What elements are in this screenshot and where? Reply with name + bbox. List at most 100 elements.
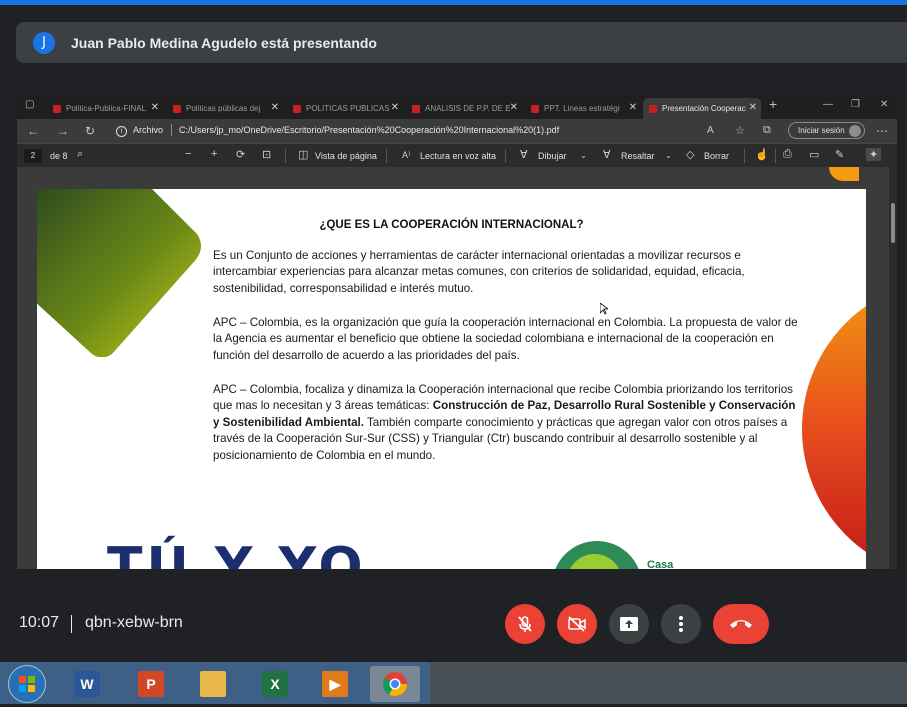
presenter-avatar: J xyxy=(33,31,55,54)
tab-4[interactable]: ANALISIS DE P.P. DE E ✕ xyxy=(406,98,522,119)
windows-logo-icon xyxy=(19,676,35,692)
save-icon[interactable]: ▭ xyxy=(809,148,819,161)
chevron-down-icon[interactable]: ⌄ xyxy=(665,151,672,160)
meeting-code[interactable]: qbn-xebw-brn xyxy=(85,614,183,632)
address-bar: ← → ↻ i Archivo C:/Users/jp_mo/OneDrive/… xyxy=(17,119,897,143)
paragraph-3: APC – Colombia, focaliza y dinamiza la C… xyxy=(213,383,796,462)
meeting-time: 10:07 xyxy=(19,614,60,631)
toggle-camera-button[interactable] xyxy=(557,604,597,644)
page-view-button[interactable]: Vista de página xyxy=(315,151,377,161)
back-icon[interactable]: ← xyxy=(27,124,39,138)
forward-icon[interactable]: → xyxy=(57,124,69,138)
leave-call-button[interactable] xyxy=(713,604,769,644)
reload-icon[interactable]: ↻ xyxy=(85,124,95,138)
print-icon[interactable]: ⎙ xyxy=(783,148,792,161)
pdf-icon xyxy=(649,104,657,113)
tab-actions-icon[interactable]: ▢ xyxy=(25,99,34,110)
presenter-banner: J Juan Pablo Medina Agudelo está present… xyxy=(16,22,907,63)
fit-page-icon[interactable]: ⊡ xyxy=(262,148,271,161)
more-options-button[interactable] xyxy=(661,604,701,644)
close-icon[interactable]: ✕ xyxy=(749,102,757,113)
new-tab-icon[interactable]: + xyxy=(769,96,777,112)
more-options-icon xyxy=(679,616,683,632)
taskbar-explorer[interactable] xyxy=(188,666,238,702)
paragraph-1: Es un Conjunto de acciones y herramienta… xyxy=(213,249,745,295)
toggle-mic-button[interactable] xyxy=(505,604,545,644)
meeting-info-divider xyxy=(71,615,72,633)
more-menu-icon[interactable]: ⋯ xyxy=(876,124,888,138)
media-player-icon: ▶ xyxy=(322,671,348,697)
close-icon[interactable]: ✕ xyxy=(629,102,637,113)
minimize-icon[interactable]: — xyxy=(823,99,833,110)
decorative-shape xyxy=(37,189,201,357)
scrollbar-thumb[interactable] xyxy=(891,203,895,243)
rotate-icon[interactable]: ⟳ xyxy=(236,148,245,161)
eraser-icon[interactable]: ◇ xyxy=(686,148,694,161)
taskbar-excel[interactable]: X xyxy=(250,666,300,702)
tab-6-active[interactable]: Presentación Cooperac ✕ xyxy=(643,98,761,119)
pdf-icon xyxy=(412,104,420,113)
previous-page-edge xyxy=(829,167,859,181)
microphone-off-icon xyxy=(518,616,532,632)
read-aloud-icon[interactable]: A⁾ xyxy=(402,150,410,161)
draw-icon[interactable]: ∀ xyxy=(520,148,528,161)
search-icon[interactable]: ⌕ xyxy=(77,148,83,161)
pdf-icon xyxy=(531,104,539,113)
camera-off-icon xyxy=(568,616,586,632)
toolbar-divider xyxy=(285,149,286,163)
taskbar-empty-area xyxy=(430,662,907,704)
taskbar-chrome[interactable] xyxy=(370,666,420,702)
powerpoint-icon: P xyxy=(138,671,164,697)
taskbar-powerpoint[interactable]: P xyxy=(126,666,176,702)
shared-browser-window: ▢ Politica-Publica-FINAL ✕ Politicas públ… xyxy=(17,95,897,569)
logo-tu-y-yo: TÚ Y YO xyxy=(107,537,367,569)
chrome-icon xyxy=(382,672,407,697)
present-screen-button[interactable] xyxy=(609,604,649,644)
taskbar-word[interactable]: W xyxy=(62,666,112,702)
close-icon[interactable]: ✕ xyxy=(510,102,518,113)
zoom-in-icon[interactable]: + xyxy=(211,148,217,160)
toolbar-divider xyxy=(775,149,776,163)
tab-1[interactable]: Politica-Publica-FINAL ✕ xyxy=(47,98,163,119)
pdf-icon xyxy=(173,104,181,113)
tab-bar: ▢ Politica-Publica-FINAL ✕ Politicas públ… xyxy=(17,95,897,119)
paragraph-2: APC – Colombia, es la organización que g… xyxy=(213,316,798,362)
info-icon[interactable]: i xyxy=(116,126,127,137)
start-button[interactable] xyxy=(8,665,46,703)
close-window-icon[interactable]: ✕ xyxy=(880,99,888,110)
tab-2[interactable]: Politicas públicas dej ✕ xyxy=(167,98,283,119)
draw-button[interactable]: Dibujar xyxy=(538,151,567,161)
highlight-button[interactable]: Resaltar xyxy=(621,151,655,161)
tab-3[interactable]: POLITICAS PUBLICAS ✕ xyxy=(287,98,403,119)
close-icon[interactable]: ✕ xyxy=(271,102,279,113)
pdf-document-view[interactable]: ¿QUE ES LA COOPERACIÓN INTERNACIONAL? Es… xyxy=(17,167,889,569)
collections-icon[interactable]: ⧉ xyxy=(763,124,771,137)
save-as-icon[interactable]: ✎ xyxy=(835,148,844,161)
highlight-icon[interactable]: ∀ xyxy=(603,148,611,161)
maximize-icon[interactable]: ❐ xyxy=(851,99,860,110)
zoom-out-icon[interactable]: − xyxy=(185,148,191,160)
pdf-page-2: ¿QUE ES LA COOPERACIÓN INTERNACIONAL? Es… xyxy=(37,189,866,569)
favorite-icon[interactable]: ☆ xyxy=(735,124,745,137)
tab-5[interactable]: PPT. Lineas estratégi ✕ xyxy=(525,98,641,119)
present-screen-icon xyxy=(620,617,638,631)
toolbar-divider xyxy=(505,149,506,163)
page-view-icon[interactable]: ◫ xyxy=(298,148,308,161)
close-icon[interactable]: ✕ xyxy=(151,102,159,113)
close-icon[interactable]: ✕ xyxy=(391,102,399,113)
read-aloud-button[interactable]: Lectura en voz alta xyxy=(420,151,496,161)
pdf-icon xyxy=(293,104,301,113)
erase-button[interactable]: Borrar xyxy=(704,151,729,161)
mouse-cursor-icon xyxy=(600,303,608,315)
pdf-scrollbar[interactable] xyxy=(889,167,897,569)
touch-icon[interactable]: ☝ xyxy=(755,148,769,161)
url-field[interactable]: C:/Users/jp_mo/OneDrive/Escritorio/Prese… xyxy=(179,125,559,135)
chevron-down-icon[interactable]: ⌄ xyxy=(580,151,587,160)
toolbar-divider xyxy=(386,149,387,163)
toolbar-divider xyxy=(744,149,745,163)
taskbar-media-player[interactable]: ▶ xyxy=(310,666,360,702)
signin-button[interactable]: Iniciar sesión xyxy=(788,122,865,139)
page-number-input[interactable]: 2 xyxy=(24,149,42,163)
read-mode-icon[interactable]: A xyxy=(707,125,714,136)
pin-icon[interactable]: ✦ xyxy=(866,148,882,161)
